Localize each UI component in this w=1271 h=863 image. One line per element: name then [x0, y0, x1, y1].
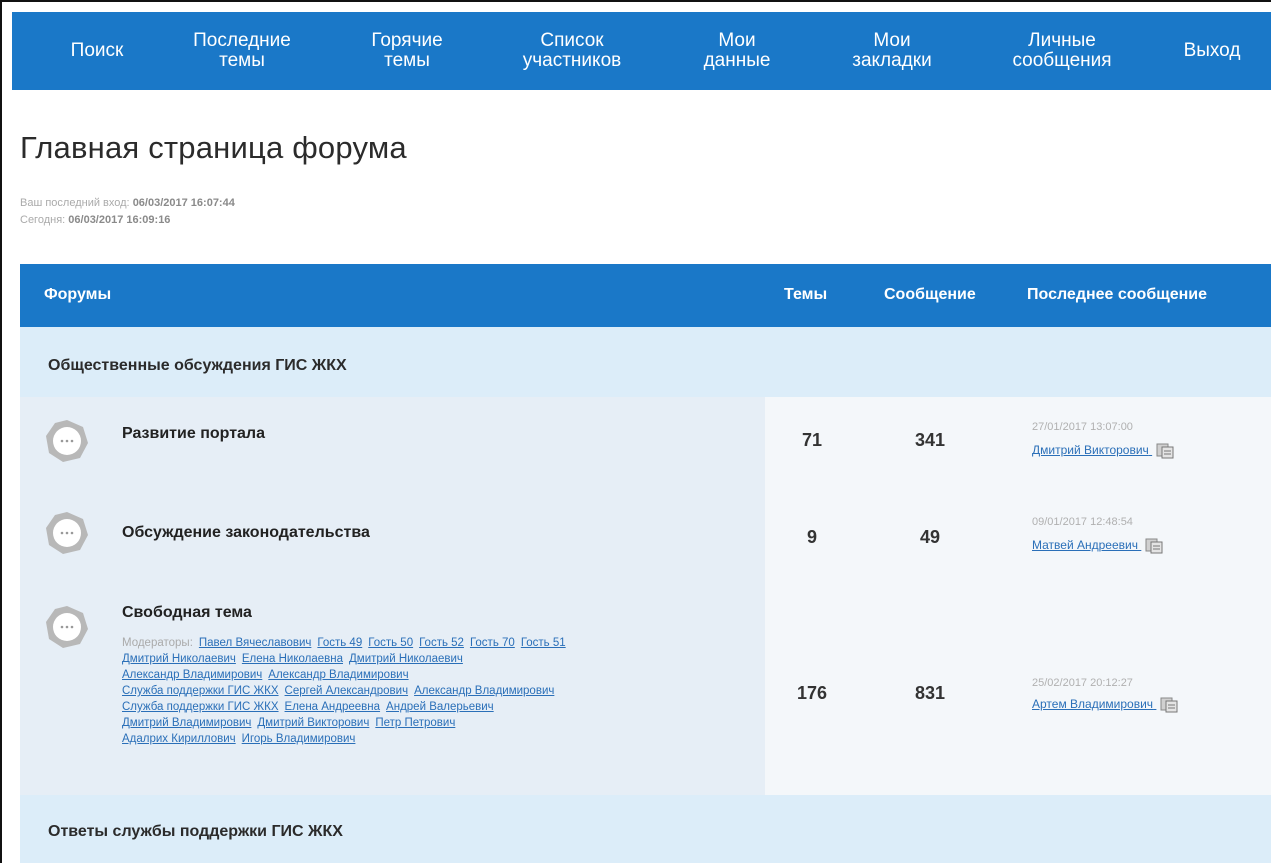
- nav-logout[interactable]: Выход: [1162, 12, 1262, 90]
- nav-search[interactable]: Поиск: [42, 12, 152, 90]
- forum-posts-count: 831: [914, 683, 946, 703]
- goto-last-post-icon[interactable]: [1156, 443, 1174, 459]
- moderator-link[interactable]: Александр Владимирович: [122, 669, 262, 681]
- nav-my-bookmarks[interactable]: Мои закладки: [827, 12, 957, 90]
- today-value: 06/03/2017 16:09:16: [68, 214, 171, 226]
- last-visit-info: Ваш последний вход: 06/03/2017 16:07:44: [20, 197, 235, 209]
- moderator-link[interactable]: Александр Владимирович: [268, 669, 408, 681]
- last-post-author[interactable]: Матвей Андреевич: [1032, 538, 1163, 554]
- forum-read-icon: [46, 512, 88, 554]
- moderator-link[interactable]: Сергей Александрович: [285, 685, 409, 697]
- forum-title[interactable]: Свободная тема: [122, 604, 252, 622]
- category-title[interactable]: Ответы службы поддержки ГИС ЖКХ: [48, 823, 343, 841]
- today-label: Сегодня:: [20, 214, 66, 226]
- last-post-author[interactable]: Артем Владимирович: [1032, 697, 1178, 713]
- moderator-link[interactable]: Дмитрий Николаевич: [122, 653, 236, 665]
- last-post-date: 25/02/2017 20:12:27: [1032, 677, 1133, 689]
- moderator-link[interactable]: Игорь Владимирович: [242, 733, 356, 745]
- last-post-author[interactable]: Дмитрий Викторович: [1032, 443, 1174, 459]
- moderator-link[interactable]: Елена Николаевна: [242, 653, 343, 665]
- nav-my-data[interactable]: Мои данные: [687, 12, 787, 90]
- last-visit-label: Ваш последний вход:: [20, 197, 130, 209]
- goto-last-post-icon[interactable]: [1145, 538, 1163, 554]
- forum-posts-count: 49: [919, 527, 941, 547]
- moderator-link[interactable]: Служба поддержки ГИС ЖКХ: [122, 701, 279, 713]
- goto-last-post-icon[interactable]: [1160, 697, 1178, 713]
- last-visit-value: 06/03/2017 16:07:44: [132, 197, 235, 209]
- moderator-link[interactable]: Служба поддержки ГИС ЖКХ: [122, 685, 279, 697]
- last-post-author-name[interactable]: Дмитрий Викторович: [1032, 443, 1149, 457]
- moderator-link[interactable]: Дмитрий Владимирович: [122, 717, 251, 729]
- nav-hot-topics[interactable]: Горячие темы: [352, 12, 462, 90]
- moderator-link[interactable]: Адалрих Кириллович: [122, 733, 236, 745]
- moderator-link[interactable]: Александр Владимирович: [414, 685, 554, 697]
- moderator-link[interactable]: Гость 70: [470, 637, 515, 649]
- forum-topics-count: 9: [806, 527, 817, 547]
- last-post-author-name[interactable]: Матвей Андреевич: [1032, 538, 1138, 552]
- top-navigation: Поиск Последние темы Горячие темы Список…: [12, 12, 1271, 90]
- forum-table-header: Форумы Темы Сообщение Последнее сообщени…: [20, 264, 1271, 327]
- moderator-link[interactable]: Андрей Валерьевич: [386, 701, 494, 713]
- last-post-date: 09/01/2017 12:48:54: [1032, 516, 1133, 528]
- today-info: Сегодня: 06/03/2017 16:09:16: [20, 214, 170, 226]
- moderator-link[interactable]: Елена Андреевна: [285, 701, 381, 713]
- moderator-link[interactable]: Павел Вячеславович: [199, 637, 311, 649]
- moderator-link[interactable]: Дмитрий Николаевич: [349, 653, 463, 665]
- forum-topics-count: 176: [796, 683, 828, 703]
- forum-title[interactable]: Развитие портала: [122, 425, 265, 443]
- nav-members-list[interactable]: Список участников: [502, 12, 642, 90]
- last-post-author-name[interactable]: Артем Владимирович: [1032, 697, 1153, 711]
- forum-posts-count: 341: [914, 430, 946, 450]
- nav-latest-topics[interactable]: Последние темы: [177, 12, 307, 90]
- col-last-post: Последнее сообщение: [1027, 286, 1207, 303]
- moderator-link[interactable]: Гость 52: [419, 637, 464, 649]
- moderator-link[interactable]: Дмитрий Викторович: [257, 717, 369, 729]
- forum-read-icon: [46, 420, 88, 462]
- col-posts: Сообщение: [884, 286, 976, 303]
- moderators-label: Модераторы:: [122, 637, 193, 649]
- moderators-list: Модераторы: Павел Вячеславович Гость 49 Гос…: [122, 635, 742, 747]
- category-row: Общественные обсуждения ГИС ЖКХ: [20, 327, 1271, 397]
- moderator-link[interactable]: Гость 50: [368, 637, 413, 649]
- page-title: Главная страница форума: [20, 130, 407, 165]
- last-post-date: 27/01/2017 13:07:00: [1032, 421, 1133, 433]
- col-forums: Форумы: [44, 286, 112, 303]
- forum-title[interactable]: Обсуждение законодательства: [122, 524, 370, 542]
- forum-read-icon: [46, 606, 88, 648]
- nav-private-messages[interactable]: Личные сообщения: [997, 12, 1127, 90]
- moderator-link[interactable]: Гость 49: [317, 637, 362, 649]
- moderator-link[interactable]: Гость 51: [521, 637, 566, 649]
- forum-list-right: [765, 397, 1271, 795]
- category-row: Ответы службы поддержки ГИС ЖКХ: [20, 795, 1271, 863]
- category-title[interactable]: Общественные обсуждения ГИС ЖКХ: [48, 357, 347, 375]
- col-topics: Темы: [784, 286, 828, 303]
- moderator-link[interactable]: Петр Петрович: [375, 717, 455, 729]
- forum-topics-count: 71: [801, 430, 823, 450]
